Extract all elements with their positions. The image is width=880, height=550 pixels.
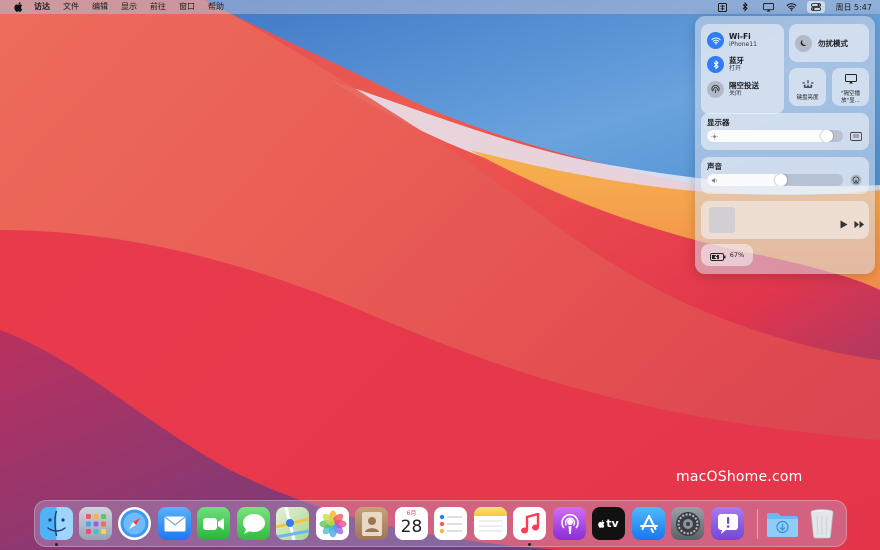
screen-mirroring-icon xyxy=(844,69,857,88)
messages-icon[interactable] xyxy=(237,507,270,540)
airdrop-toggle[interactable]: 隔空投送 关闭 xyxy=(707,81,759,98)
calendar-month: 6月 xyxy=(406,510,417,517)
facetime-icon[interactable] xyxy=(197,507,230,540)
tv-label: tv xyxy=(606,517,619,530)
dock: 6月 28 tv xyxy=(34,500,847,547)
screen-mirroring-tile[interactable]: "隔空播放"显... xyxy=(832,68,869,106)
photos-icon[interactable] xyxy=(316,507,349,540)
menu-app-name[interactable]: 访达 xyxy=(34,0,50,14)
airplay-mirror-icon[interactable] xyxy=(761,1,775,13)
menu-bar: 访达 文件 编辑 显示 前往 窗口 帮助 周日 5:47 xyxy=(0,0,880,14)
screen-mirroring-label: "隔空播放"显... xyxy=(840,91,861,104)
do-not-disturb-label: 勿扰模式 xyxy=(818,38,848,48)
maps-icon[interactable] xyxy=(276,507,309,540)
airdrop-toggle-icon xyxy=(707,81,724,98)
wifi-toggle-icon xyxy=(707,32,724,49)
calendar-day: 28 xyxy=(400,517,423,537)
wifi-toggle[interactable]: Wi-Fi iPhone11 xyxy=(707,32,757,49)
control-center-panel: Wi-Fi iPhone11 蓝牙 打开 隔空投送 关闭 勿扰模式 键盘亮度 "… xyxy=(695,16,875,274)
launchpad-icon[interactable] xyxy=(79,507,112,540)
bluetooth-status: 打开 xyxy=(729,65,742,72)
album-art-placeholder xyxy=(709,207,735,233)
fast-forward-icon[interactable] xyxy=(854,214,865,233)
finder-icon[interactable] xyxy=(40,507,73,540)
apple-tv-icon[interactable]: tv xyxy=(592,507,625,540)
airdrop-label: 隔空投送 xyxy=(729,81,759,90)
battery-tile[interactable]: 67% xyxy=(701,244,753,266)
dock-separator xyxy=(757,509,758,539)
menu-edit[interactable]: 编辑 xyxy=(92,0,108,14)
contacts-icon[interactable] xyxy=(355,507,388,540)
play-icon[interactable] xyxy=(840,214,848,233)
menubar-clock[interactable]: 周日 5:47 xyxy=(835,2,872,13)
system-preferences-icon[interactable] xyxy=(671,507,704,540)
apple-icon[interactable] xyxy=(12,1,24,13)
running-indicator xyxy=(528,543,531,546)
downloads-folder-icon[interactable] xyxy=(766,507,799,540)
keyboard-brightness-label: 键盘亮度 xyxy=(796,94,819,101)
notes-icon[interactable] xyxy=(474,507,507,540)
sound-tile: 声音 xyxy=(701,157,869,194)
bluetooth-toggle[interactable]: 蓝牙 打开 xyxy=(707,56,744,73)
display-settings-icon[interactable] xyxy=(849,130,863,142)
network-tile: Wi-Fi iPhone11 蓝牙 打开 隔空投送 关闭 xyxy=(701,24,784,114)
menu-help[interactable]: 帮助 xyxy=(208,0,224,14)
moon-icon xyxy=(795,34,812,52)
display-brightness-fill xyxy=(707,130,833,142)
menu-go[interactable]: 前往 xyxy=(150,0,166,14)
sound-label: 声音 xyxy=(707,162,722,171)
desktop-wallpaper: 访达 文件 编辑 显示 前往 窗口 帮助 周日 5:47 Wi-Fi iPhon… xyxy=(0,0,880,550)
display-label: 显示器 xyxy=(707,118,730,127)
app-store-icon[interactable] xyxy=(632,507,665,540)
display-brightness-slider[interactable] xyxy=(707,130,843,142)
battery-percentage: 67% xyxy=(729,251,745,259)
sun-icon xyxy=(710,132,718,140)
wifi-icon[interactable] xyxy=(784,1,798,13)
watermark-text: macOShome.com xyxy=(676,469,803,485)
bluetooth-toggle-icon xyxy=(707,56,724,73)
now-playing-tile xyxy=(701,201,869,239)
safari-icon[interactable] xyxy=(118,507,151,540)
wifi-label: Wi-Fi xyxy=(729,32,751,41)
running-indicator xyxy=(55,543,58,546)
music-icon[interactable] xyxy=(513,507,546,540)
input-method-icon[interactable] xyxy=(715,1,729,13)
keyboard-brightness-tile[interactable]: 键盘亮度 xyxy=(789,68,826,106)
display-brightness-knob[interactable] xyxy=(821,130,833,142)
trash-icon[interactable] xyxy=(805,507,838,540)
control-center-icon[interactable] xyxy=(807,1,826,13)
display-tile: 显示器 xyxy=(701,113,869,150)
do-not-disturb-tile[interactable]: 勿扰模式 xyxy=(789,24,869,62)
menu-file[interactable]: 文件 xyxy=(63,0,79,14)
notes-header-strip xyxy=(474,507,507,516)
bluetooth-icon[interactable] xyxy=(738,1,752,13)
airdrop-status: 关闭 xyxy=(729,90,742,97)
menu-view[interactable]: 显示 xyxy=(121,0,137,14)
volume-slider[interactable] xyxy=(707,174,843,186)
calendar-icon[interactable]: 6月 28 xyxy=(395,507,428,540)
wifi-network-name: iPhone11 xyxy=(729,41,757,48)
menu-window[interactable]: 窗口 xyxy=(179,0,195,14)
battery-icon xyxy=(709,246,726,265)
speaker-icon xyxy=(710,176,718,184)
mail-icon[interactable] xyxy=(158,507,191,540)
volume-knob[interactable] xyxy=(775,174,787,186)
podcasts-icon[interactable] xyxy=(553,507,586,540)
feedback-assistant-icon[interactable] xyxy=(711,507,744,540)
airplay-audio-icon[interactable] xyxy=(849,174,863,186)
reminders-icon[interactable] xyxy=(434,507,467,540)
bluetooth-label: 蓝牙 xyxy=(729,56,744,65)
keyboard-brightness-icon xyxy=(802,73,814,92)
